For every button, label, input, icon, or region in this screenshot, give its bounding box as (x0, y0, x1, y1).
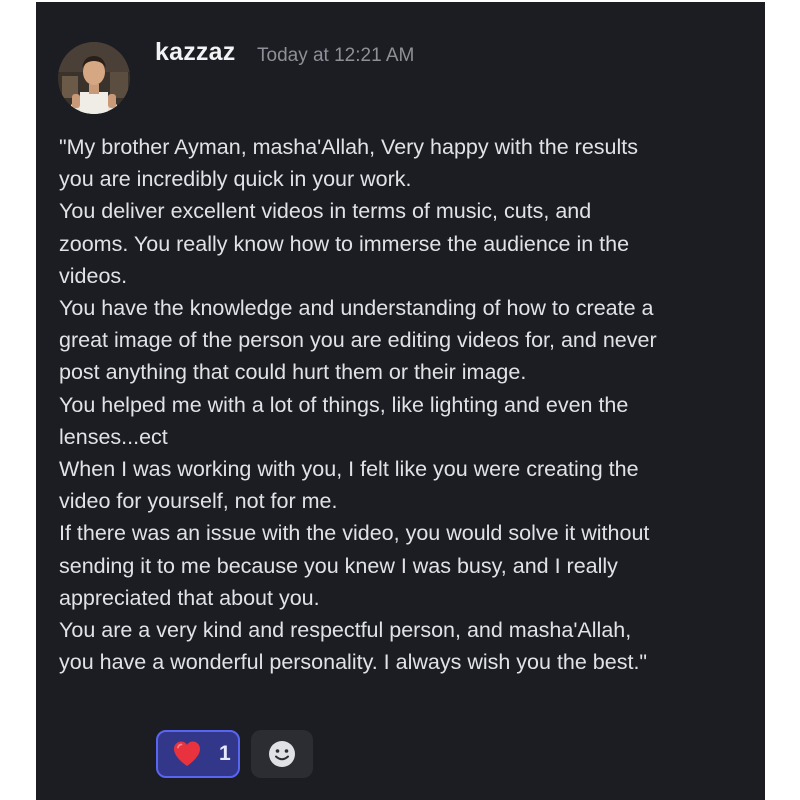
message-line: When I was working with you, I felt like… (59, 457, 639, 482)
add-reaction-button[interactable] (251, 730, 313, 778)
message-line: you have a wonderful personality. I alwa… (59, 650, 648, 675)
smiley-face-icon (269, 741, 295, 767)
message-line: sending it to me because you knew I was … (59, 553, 618, 578)
message-line: "My brother Ayman, masha'Allah, Very hap… (59, 135, 638, 159)
message-line: videos. (59, 263, 128, 288)
message-line: You are a very kind and respectful perso… (59, 618, 632, 643)
message-line: You deliver excellent videos in terms of… (59, 199, 592, 224)
red-heart-icon (174, 741, 200, 766)
message-line: great image of the person you are editin… (59, 328, 657, 353)
message-line: you are incredibly quick in your work. (59, 167, 412, 192)
message-line: If there was an issue with the video, yo… (59, 521, 650, 546)
message-line: lenses...ect (59, 424, 168, 449)
message-line: You have the knowledge and understanding… (59, 296, 654, 321)
message-timestamp: Today at 12:21 AM (257, 45, 415, 66)
message-line: zooms. You really know how to immerse th… (59, 231, 630, 256)
message-line: video for yourself, not for me. (59, 489, 338, 514)
heart-reaction-button[interactable]: 1 (156, 730, 240, 778)
message-line: appreciated that about you. (59, 585, 320, 610)
user-avatar[interactable] (58, 42, 130, 114)
message-line: post anything that could hurt them or th… (59, 360, 527, 385)
message-author[interactable]: kazzaz (155, 38, 235, 67)
avatar-photo-icon (58, 42, 130, 114)
message-line: You helped me with a lot of things, like… (59, 392, 629, 417)
reaction-count: 1 (219, 742, 231, 765)
message-body: "My brother Ayman, masha'Allah, Very hap… (59, 131, 759, 678)
chat-message-panel: kazzaz Today at 12:21 AM "My brother Aym… (36, 2, 765, 800)
